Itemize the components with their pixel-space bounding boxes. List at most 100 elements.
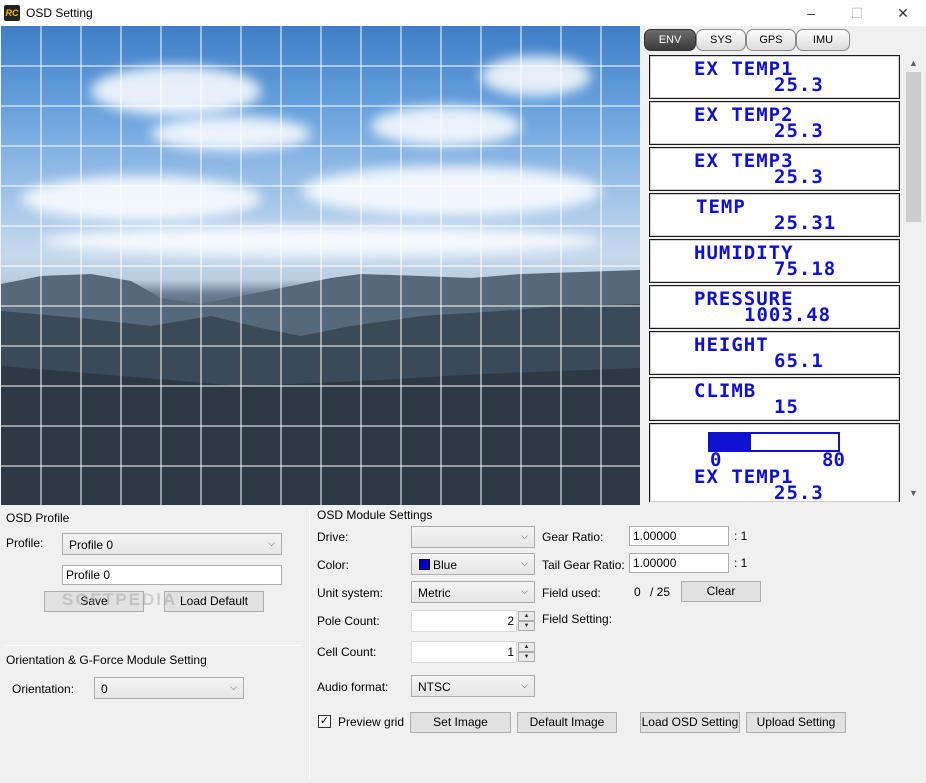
- title-bar: RC OSD Setting – ☐ ✕: [0, 0, 926, 26]
- osd-item-humidity[interactable]: HUMIDITY 75.18: [649, 239, 900, 283]
- load-osd-setting-button[interactable]: Load OSD Setting: [640, 712, 740, 733]
- osd-item-value: 65.1: [774, 350, 824, 372]
- cell-count-value: 1: [507, 645, 514, 659]
- audio-format-select-value: NTSC: [418, 680, 451, 694]
- osd-item-value: 25.3: [774, 482, 824, 503]
- watermark-text: SOFTPEDIA: [62, 590, 178, 609]
- clear-button[interactable]: Clear: [681, 581, 761, 602]
- minimize-button[interactable]: –: [788, 0, 834, 26]
- osd-list-scrollbar[interactable]: ▲ ▼: [905, 55, 922, 502]
- osd-item-ex-temp1[interactable]: EX TEMP1 25.3: [649, 55, 900, 99]
- osd-item-height[interactable]: HEIGHT 65.1: [649, 331, 900, 375]
- unit-system-label: Unit system:: [317, 586, 384, 600]
- tail-gear-ratio-suffix: : 1: [734, 556, 748, 570]
- divider: [309, 510, 310, 778]
- osd-item-ex-temp3[interactable]: EX TEMP3 25.3: [649, 147, 900, 191]
- field-used-label: Field used:: [542, 586, 601, 600]
- module-settings-group-title: OSD Module Settings: [317, 508, 433, 522]
- preview-grid-label: Preview grid: [338, 715, 405, 729]
- profile-select[interactable]: Profile 0 ⌵: [62, 533, 282, 555]
- osd-item-value: 25.31: [774, 212, 837, 234]
- unit-system-select[interactable]: Metric ⌵: [411, 581, 535, 603]
- tab-imu[interactable]: IMU: [796, 29, 850, 51]
- gear-ratio-input[interactable]: [629, 526, 729, 546]
- osd-item-label: CLIMB: [694, 380, 757, 402]
- tail-gear-ratio-input[interactable]: [629, 553, 729, 573]
- maximize-button[interactable]: ☐: [834, 0, 880, 26]
- osd-bar-fill: [710, 434, 751, 450]
- audio-format-label: Audio format:: [317, 680, 389, 694]
- window-title: OSD Setting: [26, 6, 93, 20]
- osd-item-list: EX TEMP1 25.3 EX TEMP2 25.3 EX TEMP3 25.…: [648, 55, 901, 502]
- osd-item-value: 25.3: [774, 74, 824, 96]
- pole-count-stepper[interactable]: 2 ▲ ▼: [411, 610, 535, 632]
- tab-env[interactable]: ENV: [644, 29, 696, 51]
- chevron-down-icon: ⌵: [521, 680, 528, 690]
- spin-down-icon[interactable]: ▼: [518, 652, 535, 662]
- field-used-value: 0: [634, 585, 641, 599]
- osd-item-value: 75.18: [774, 258, 837, 280]
- chevron-down-icon: ⌵: [521, 558, 528, 568]
- osd-item-label: HEIGHT: [694, 334, 769, 356]
- close-button[interactable]: ✕: [880, 0, 926, 26]
- osd-item-climb[interactable]: CLIMB 15: [649, 377, 900, 421]
- scroll-down-icon[interactable]: ▼: [905, 485, 922, 502]
- cell-count-stepper[interactable]: 1 ▲ ▼: [411, 641, 535, 663]
- audio-format-select[interactable]: NTSC ⌵: [411, 675, 535, 697]
- color-select[interactable]: Blue ⌵: [411, 553, 535, 575]
- cell-count-label: Cell Count:: [317, 645, 377, 659]
- orientation-select[interactable]: 0 ⌵: [94, 677, 244, 699]
- scroll-thumb[interactable]: [906, 72, 921, 222]
- osd-item-value: 25.3: [774, 120, 824, 142]
- upload-setting-button[interactable]: Upload Setting: [746, 712, 846, 733]
- divider: [6, 645, 302, 646]
- load-default-button[interactable]: Load Default: [164, 591, 264, 612]
- osd-bar-gauge: [708, 432, 840, 452]
- drive-select[interactable]: ⌵: [411, 526, 535, 548]
- drive-label: Drive:: [317, 530, 349, 544]
- spin-up-icon[interactable]: ▲: [518, 642, 535, 652]
- osd-item-ex-temp2[interactable]: EX TEMP2 25.3: [649, 101, 900, 145]
- osd-item-label: TEMP: [696, 196, 746, 218]
- osd-preview-image: [1, 26, 640, 505]
- color-select-value: Blue: [433, 558, 458, 572]
- osd-item-value: 25.3: [774, 166, 824, 188]
- profile-select-value: Profile 0: [69, 538, 114, 552]
- chevron-down-icon: ⌵: [268, 538, 275, 548]
- pole-count-label: Pole Count:: [317, 614, 380, 628]
- orientation-group-title: Orientation & G-Force Module Setting: [6, 653, 207, 667]
- spin-down-icon[interactable]: ▼: [518, 621, 535, 631]
- orientation-label: Orientation:: [12, 682, 75, 696]
- osd-bar-max: 80: [822, 449, 845, 471]
- osd-item-value: 15: [774, 396, 799, 418]
- set-image-button[interactable]: Set Image: [410, 712, 511, 733]
- color-swatch: [419, 559, 430, 570]
- field-setting-label: Field Setting:: [542, 612, 613, 626]
- profile-name-input[interactable]: [62, 565, 282, 585]
- spin-up-icon[interactable]: ▲: [518, 611, 535, 621]
- tab-gps[interactable]: GPS: [746, 29, 796, 51]
- osd-item-value: 1003.48: [744, 304, 832, 326]
- unit-system-select-value: Metric: [418, 586, 451, 600]
- color-label: Color:: [317, 558, 350, 572]
- osd-profile-group-title: OSD Profile: [6, 511, 70, 525]
- tab-sys[interactable]: SYS: [696, 29, 746, 51]
- chevron-down-icon: ⌵: [230, 682, 237, 692]
- pole-count-value: 2: [507, 614, 514, 628]
- osd-item-bar-gauge[interactable]: 0 80 EX TEMP1 25.3: [649, 423, 900, 502]
- tail-gear-ratio-label: Tail Gear Ratio:: [542, 558, 625, 572]
- chevron-down-icon: ⌵: [521, 531, 528, 541]
- gear-ratio-suffix: : 1: [734, 529, 748, 543]
- gear-ratio-label: Gear Ratio:: [542, 530, 604, 544]
- preview-grid-overlay: [1, 26, 640, 505]
- scroll-up-icon[interactable]: ▲: [905, 55, 922, 72]
- chevron-down-icon: ⌵: [521, 586, 528, 596]
- app-icon: RC: [4, 5, 20, 21]
- field-used-total: / 25: [650, 585, 671, 599]
- osd-item-pressure[interactable]: PRESSURE 1003.48: [649, 285, 900, 329]
- preview-grid-checkbox[interactable]: ✓: [318, 715, 331, 728]
- default-image-button[interactable]: Default Image: [517, 712, 617, 733]
- osd-item-temp[interactable]: TEMP 25.31: [649, 193, 900, 237]
- profile-label: Profile:: [6, 536, 44, 550]
- orientation-select-value: 0: [101, 682, 108, 696]
